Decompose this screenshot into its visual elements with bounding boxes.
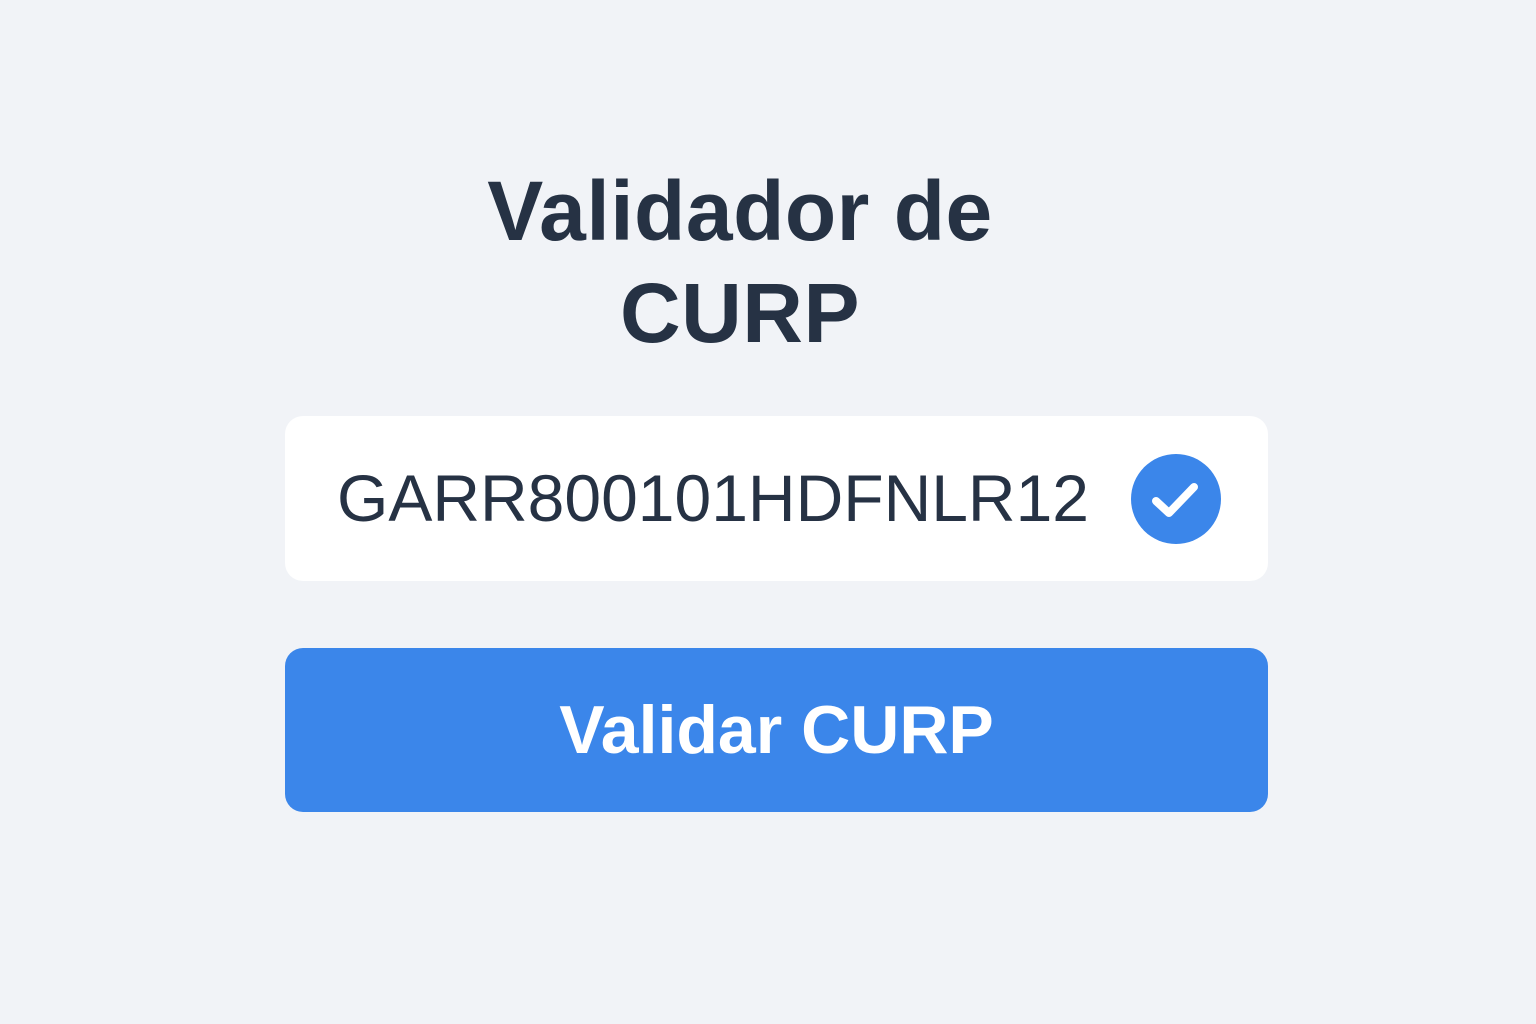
- validate-curp-button[interactable]: Validar CURP: [285, 648, 1268, 812]
- curp-validator-page: Validador de CURP GARR800101HDFNLR12 Val…: [0, 0, 1536, 1024]
- curp-input-value[interactable]: GARR800101HDFNLR12: [337, 416, 1089, 581]
- checkmark-icon: [1152, 483, 1198, 517]
- page-title: Validador de CURP: [440, 160, 1040, 364]
- page-title-line-2: CURP: [619, 266, 860, 360]
- page-title-line-1: Validador de: [487, 164, 993, 258]
- check-circle-icon: [1131, 454, 1221, 544]
- curp-input-field[interactable]: GARR800101HDFNLR12: [285, 416, 1268, 581]
